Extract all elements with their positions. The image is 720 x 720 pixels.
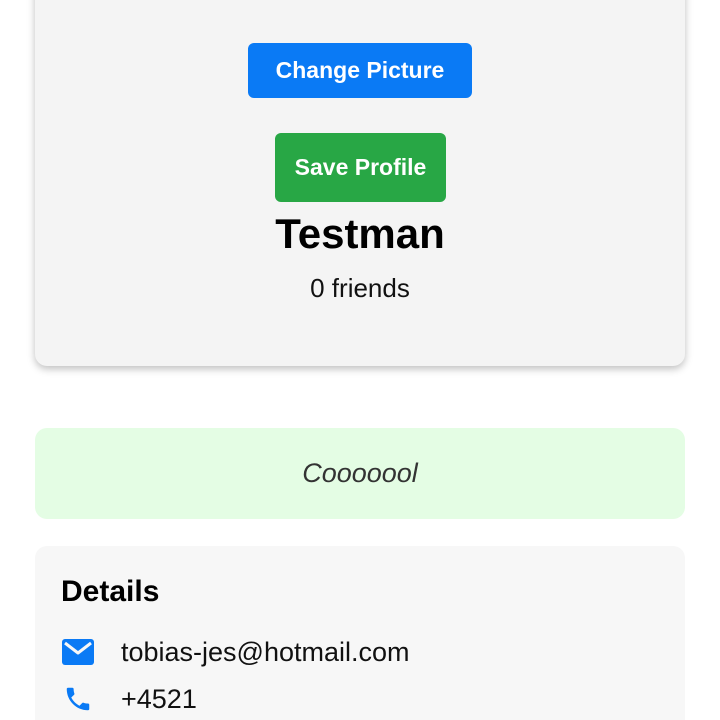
profile-username: Testman	[275, 210, 445, 257]
details-card: Details tobias-jes@hotmail.com +4521	[35, 546, 685, 720]
profile-page: Change Picture Save Profile Testman 0 fr…	[0, 0, 720, 720]
friends-count: 0 friends	[310, 273, 410, 303]
phone-row: +4521	[61, 681, 197, 717]
profile-card: Change Picture Save Profile Testman 0 fr…	[35, 0, 685, 366]
save-profile-button[interactable]: Save Profile	[275, 133, 446, 202]
phone-icon	[61, 682, 95, 716]
phone-value: +4521	[121, 684, 197, 714]
email-row: tobias-jes@hotmail.com	[61, 634, 410, 670]
status-message-box: Cooooool	[35, 428, 685, 519]
status-message: Cooooool	[302, 458, 418, 488]
mail-icon	[61, 635, 95, 669]
details-title: Details	[61, 575, 160, 608]
change-picture-button[interactable]: Change Picture	[248, 43, 472, 98]
email-value: tobias-jes@hotmail.com	[121, 637, 410, 667]
